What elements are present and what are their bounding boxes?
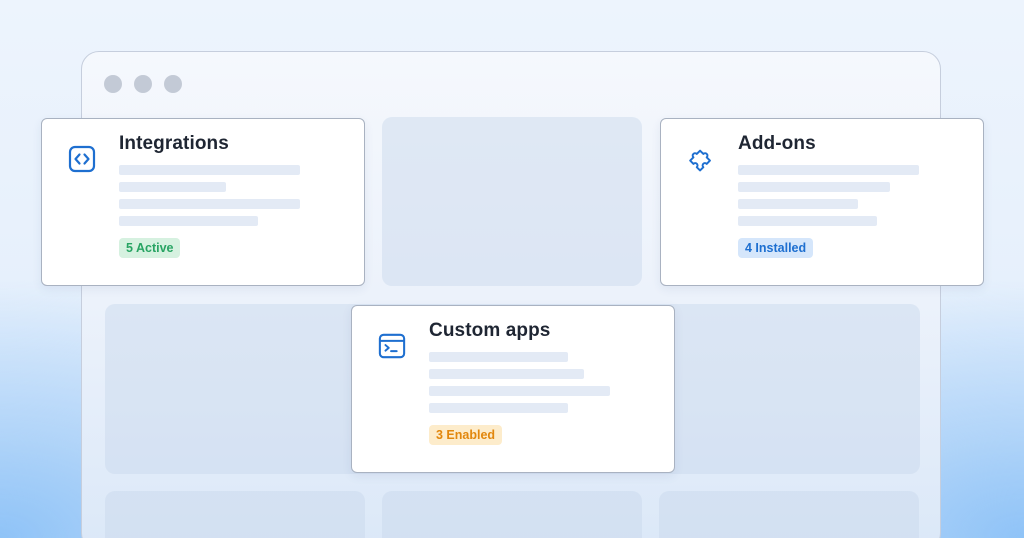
skeleton-line [429,403,568,413]
skeleton-line [119,216,258,226]
card-title: Integrations [119,133,229,154]
code-brackets-icon [68,145,96,173]
card-title: Custom apps [429,320,551,341]
puzzle-piece-icon [687,145,715,173]
skeleton-line [119,165,300,175]
card-title: Add-ons [738,133,816,154]
window-dot-maximize[interactable] [164,75,182,93]
placeholder-tile [382,491,642,538]
placeholder-tile [105,491,365,538]
placeholder-tile [659,491,919,538]
terminal-window-icon [378,332,406,360]
skeleton-line [119,182,226,192]
card-add-ons[interactable]: Add-ons 4 Installed [660,118,984,286]
window-controls [104,75,182,93]
status-badge: 4 Installed [738,238,814,258]
card-integrations[interactable]: Integrations 5 Active [41,118,365,286]
skeleton-line [738,182,890,192]
window-dot-minimize[interactable] [134,75,152,93]
skeleton-line [429,352,568,362]
card-custom-apps[interactable]: Custom apps 3 Enabled [351,305,675,473]
skeleton-line [738,199,858,209]
skeleton-line [429,386,610,396]
status-badge: 3 Enabled [429,425,503,445]
skeleton-line [738,165,919,175]
window-dot-close[interactable] [104,75,122,93]
skeleton-line [429,369,584,379]
placeholder-tile [382,117,642,286]
skeleton-line [738,216,877,226]
skeleton-line [119,199,300,209]
status-badge: 5 Active [119,238,181,258]
